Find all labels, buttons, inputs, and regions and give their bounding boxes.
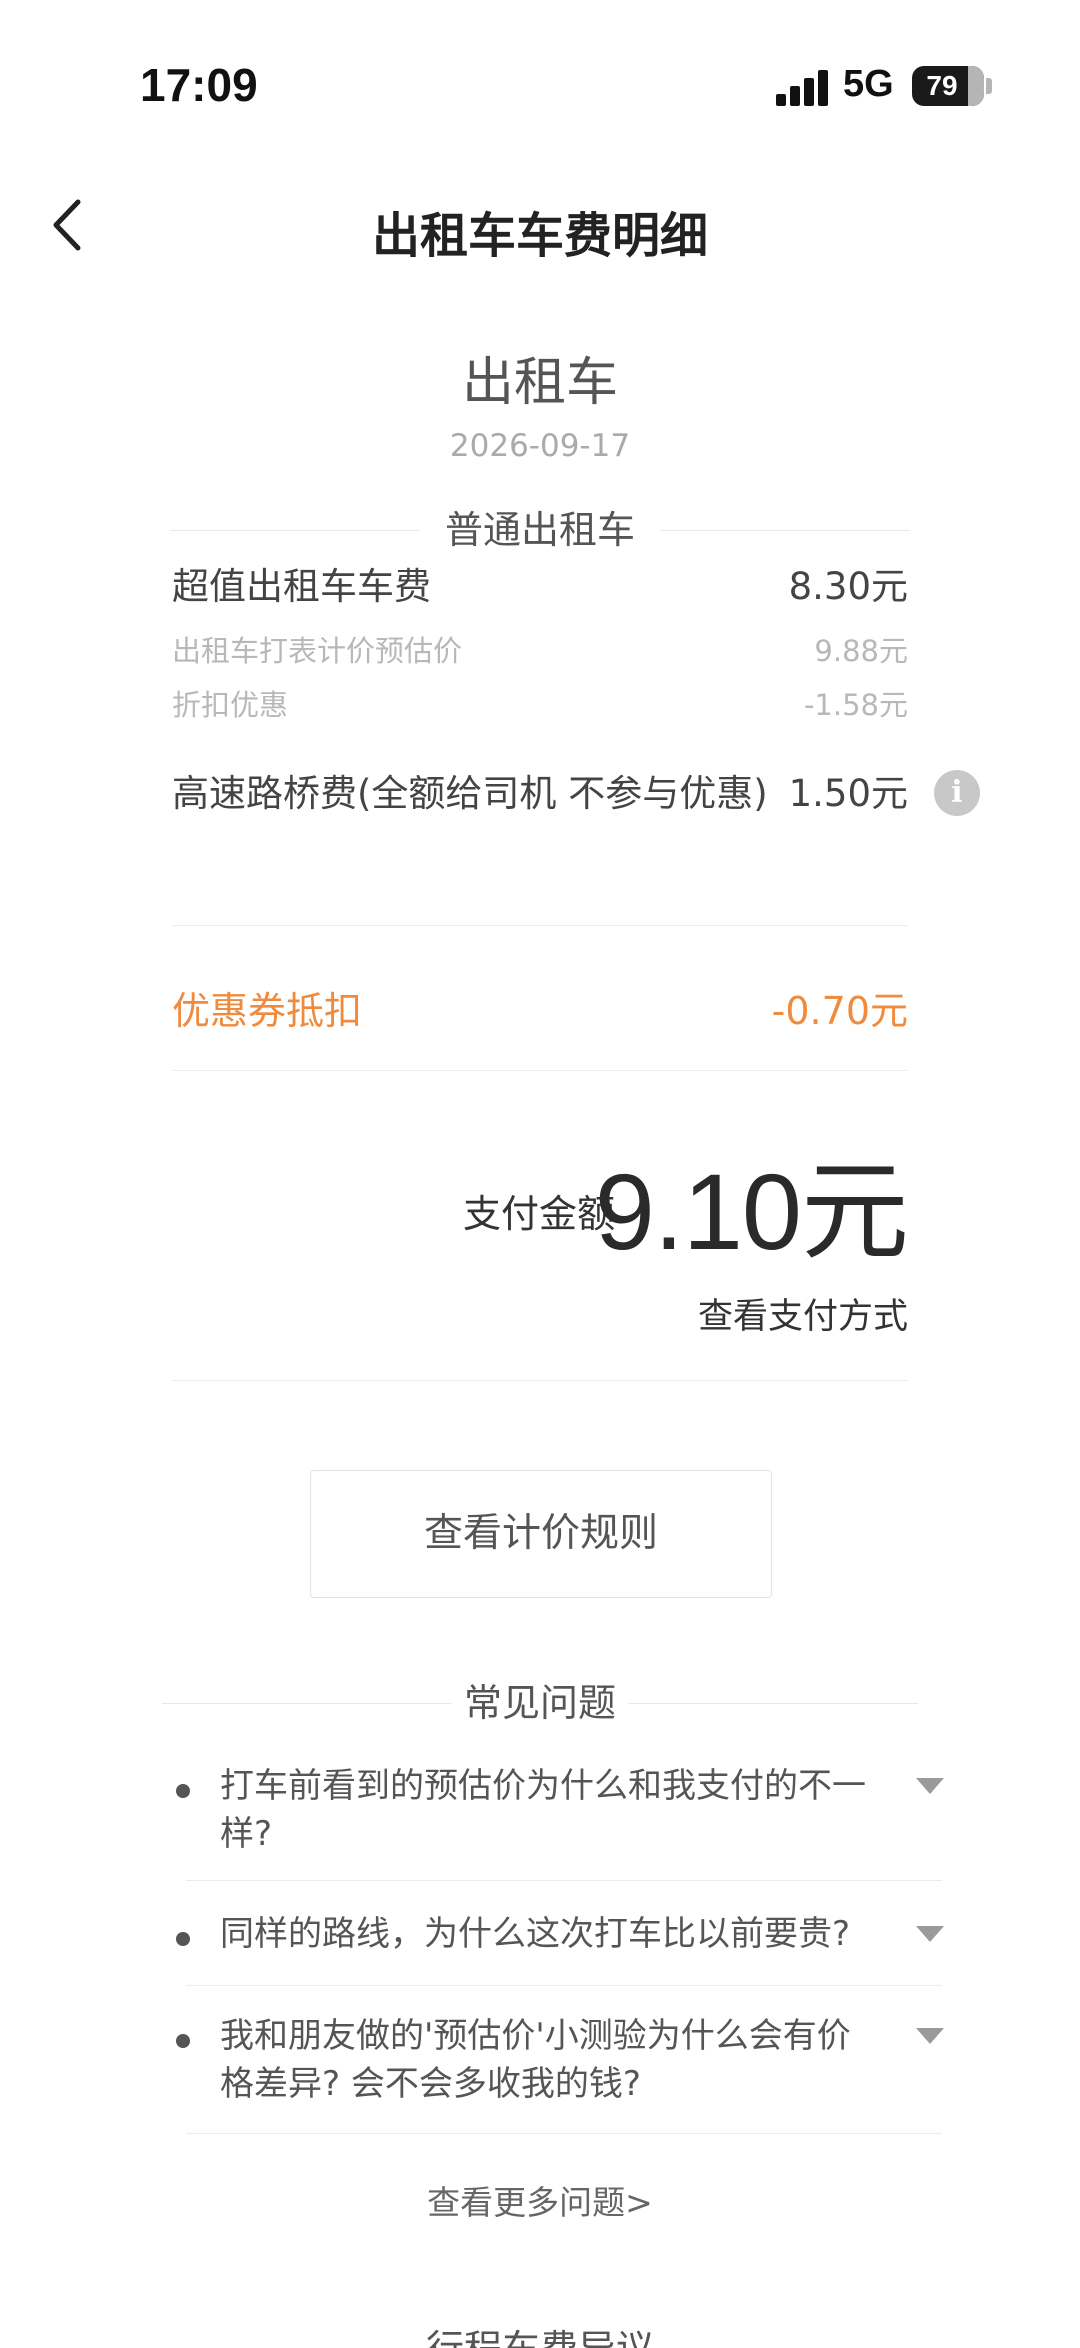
fare-main-value: 8.30元	[788, 565, 908, 608]
ride-date: 2026-09-17	[449, 428, 631, 464]
section-title: 普通出租车	[444, 508, 635, 552]
meter-price-value: 9.88元	[814, 634, 908, 668]
faq-question: 同样的路线，为什么这次打车比以前要贵?	[220, 1914, 851, 1954]
divider	[186, 1880, 942, 1881]
divider	[172, 1070, 908, 1071]
battery-icon: 79	[912, 66, 984, 106]
discount-row: 折扣优惠 -1.58元	[172, 682, 908, 722]
meter-price-label: 出租车打表计价预估价	[172, 634, 463, 668]
view-payment-method-link[interactable]: 查看支付方式	[698, 1288, 908, 1339]
caret-down-icon	[916, 2028, 944, 2044]
battery-level: 79	[926, 70, 958, 101]
toll-fee-value: 1.50元	[788, 772, 908, 815]
faq-item[interactable]: 我和朋友做的'预估价'小测验为什么会有价格差异? 会不会多收我的钱?	[172, 2012, 948, 2112]
payment-amount: 9.10元	[594, 1151, 909, 1272]
fare-dispute-title: 行程车费异议	[0, 2318, 1080, 2348]
divider	[172, 925, 908, 926]
status-bar: 17:09 5G 79	[0, 0, 1080, 180]
section-divider: 普通出租车	[170, 500, 910, 560]
faq-question: 我和朋友做的'预估价'小测验为什么会有价格差异? 会不会多收我的钱?	[220, 2016, 851, 2104]
coupon-value: -0.70元	[771, 989, 908, 1033]
page-title: 出租车车费明细	[371, 208, 708, 264]
coupon-row: 优惠券抵扣 -0.70元	[172, 980, 908, 1034]
caret-down-icon	[916, 1926, 944, 1942]
info-icon[interactable]: i	[934, 770, 980, 816]
faq-item[interactable]: 同样的路线，为什么这次打车比以前要贵?	[172, 1910, 948, 1960]
discount-value: -1.58元	[803, 688, 908, 722]
discount-label: 折扣优惠	[172, 688, 289, 722]
toll-fee-label: 高速路桥费(全额给司机 不参与优惠)	[172, 772, 768, 815]
faq-question: 打车前看到的预估价为什么和我支付的不一样?	[220, 1766, 866, 1854]
bullet-icon	[176, 2034, 190, 2048]
bullet-icon	[176, 1784, 190, 1798]
payment-label: 支付金额	[462, 1192, 615, 1236]
fare-detail-page: 17:09 5G 79 出租车车费明细 出租车 2026-09-17 普通出租车…	[0, 0, 1080, 2348]
meter-price-row: 出租车打表计价预估价 9.88元	[172, 628, 908, 668]
divider	[186, 1985, 942, 1986]
divider	[186, 2133, 942, 2134]
caret-down-icon	[916, 1778, 944, 1794]
fare-main-label: 超值出租车车费	[172, 565, 431, 608]
signal-icon	[776, 70, 828, 106]
ride-type-title: 出租车	[461, 353, 618, 413]
divider	[172, 1380, 908, 1381]
faq-title: 常见问题	[463, 1681, 616, 1725]
toll-fee-row: 高速路桥费(全额给司机 不参与优惠) 1.50元	[172, 768, 908, 878]
status-time: 17:09	[140, 59, 258, 111]
fare-main-row: 超值出租车车费 8.30元	[172, 556, 908, 608]
faq-item[interactable]: 打车前看到的预估价为什么和我支付的不一样?	[172, 1762, 948, 1862]
faq-divider: 常见问题	[162, 1673, 918, 1733]
bullet-icon	[176, 1932, 190, 1946]
network-label: 5G	[843, 63, 894, 105]
view-pricing-rules-button[interactable]: 查看计价规则	[310, 1470, 772, 1598]
battery-cap	[986, 78, 992, 94]
coupon-label: 优惠券抵扣	[172, 989, 363, 1033]
view-more-questions-link[interactable]: 查看更多问题>	[0, 2176, 1080, 2224]
